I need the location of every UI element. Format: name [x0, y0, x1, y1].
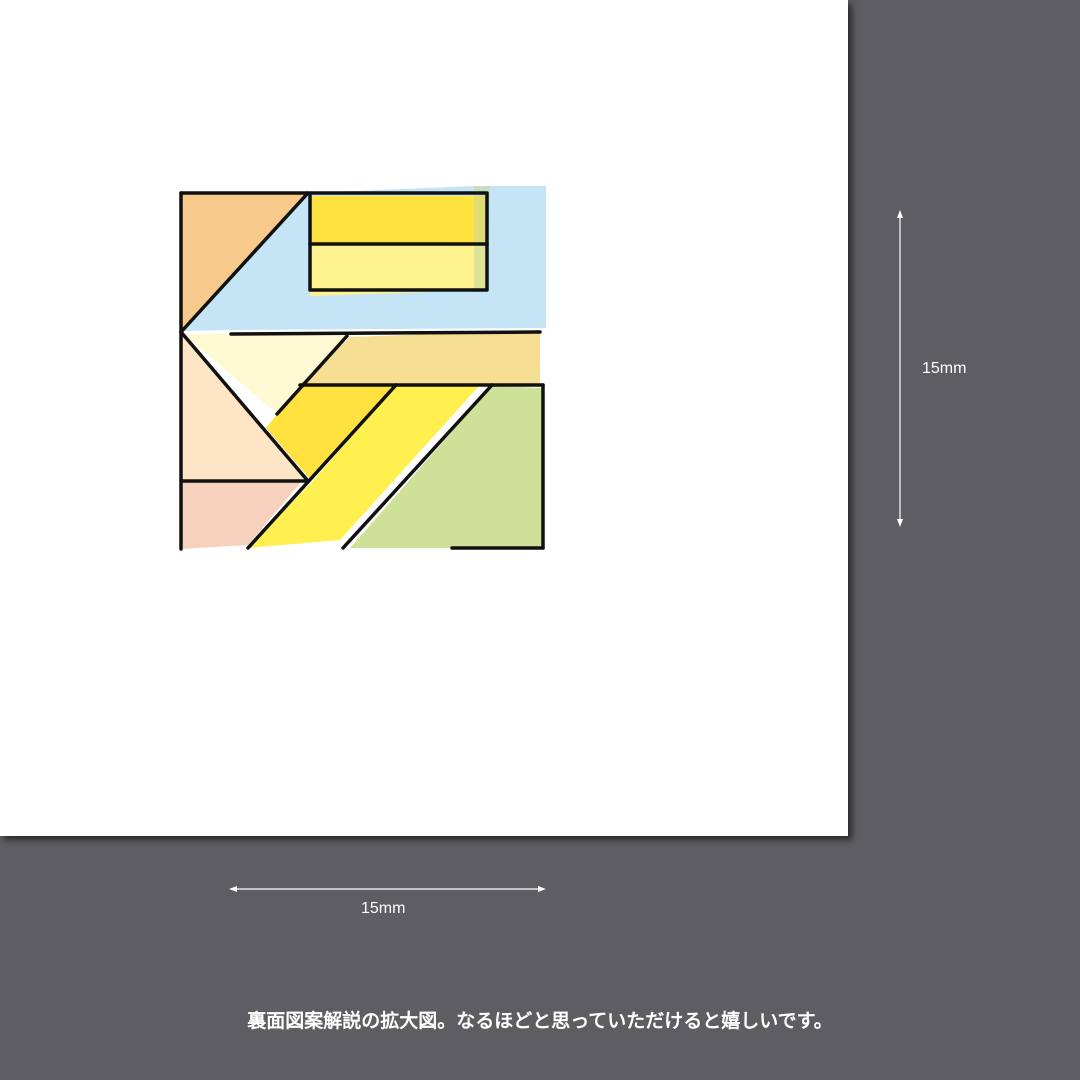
- arrowhead-right-icon: [538, 886, 546, 892]
- horizontal-dimension-label: 15mm: [361, 900, 406, 917]
- paper-sheet: [0, 0, 848, 836]
- pale-yellow-bar: [310, 244, 486, 296]
- kanji-mosaic-artwork: [179, 186, 546, 551]
- arrowhead-up-icon: [897, 210, 903, 218]
- arrowhead-left-icon: [229, 886, 237, 892]
- arrowhead-down-icon: [897, 519, 903, 527]
- yellow-bar-top: [312, 196, 486, 244]
- vertical-dimension-label: 15mm: [922, 360, 967, 377]
- caption-text: 裏面図案解説の拡大図。なるほどと思っていただけると嬉しいです。: [247, 1010, 833, 1032]
